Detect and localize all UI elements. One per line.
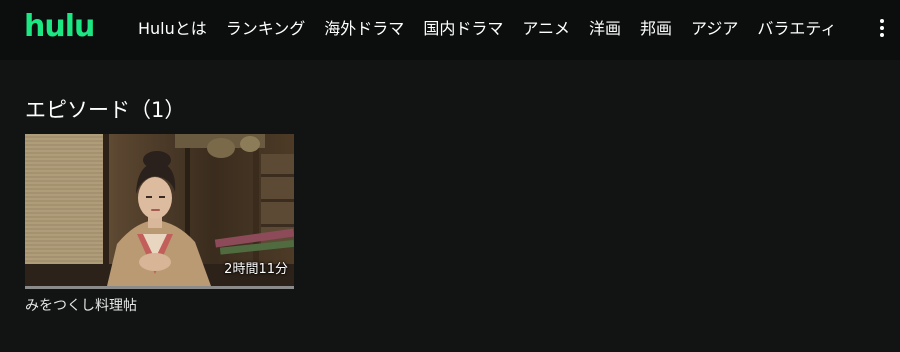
episode-card[interactable]: 2時間11分 みをつくし料理帖 [25, 134, 294, 315]
episodes-section-title: エピソード（1） [25, 98, 186, 122]
main-nav: Huluとは ランキング 海外ドラマ 国内ドラマ アニメ 洋画 邦画 アジア バ… [138, 18, 836, 40]
nav-item-variety[interactable]: バラエティ [757, 18, 836, 40]
nav-item-asia[interactable]: アジア [691, 18, 738, 40]
nav-item-overseas-drama[interactable]: 海外ドラマ [324, 18, 404, 40]
episode-title[interactable]: みをつくし料理帖 [25, 297, 294, 315]
top-navigation-bar: hulu Huluとは ランキング 海外ドラマ 国内ドラマ アニメ 洋画 邦画 … [0, 0, 900, 60]
nav-item-ranking[interactable]: ランキング [226, 18, 306, 40]
nav-item-anime[interactable]: アニメ [522, 18, 570, 40]
more-vertical-icon[interactable] [876, 19, 888, 41]
nav-item-western-movies[interactable]: 洋画 [589, 18, 621, 40]
nav-item-japanese-movies[interactable]: 邦画 [640, 18, 672, 40]
episode-thumbnail[interactable]: 2時間11分 [25, 134, 294, 286]
nav-item-about-hulu[interactable]: Huluとは [138, 18, 207, 40]
episode-progress-bar [25, 286, 294, 289]
hulu-logo[interactable]: hulu [24, 9, 95, 45]
episode-duration: 2時間11分 [224, 262, 288, 277]
nav-item-domestic-drama[interactable]: 国内ドラマ [423, 18, 503, 40]
